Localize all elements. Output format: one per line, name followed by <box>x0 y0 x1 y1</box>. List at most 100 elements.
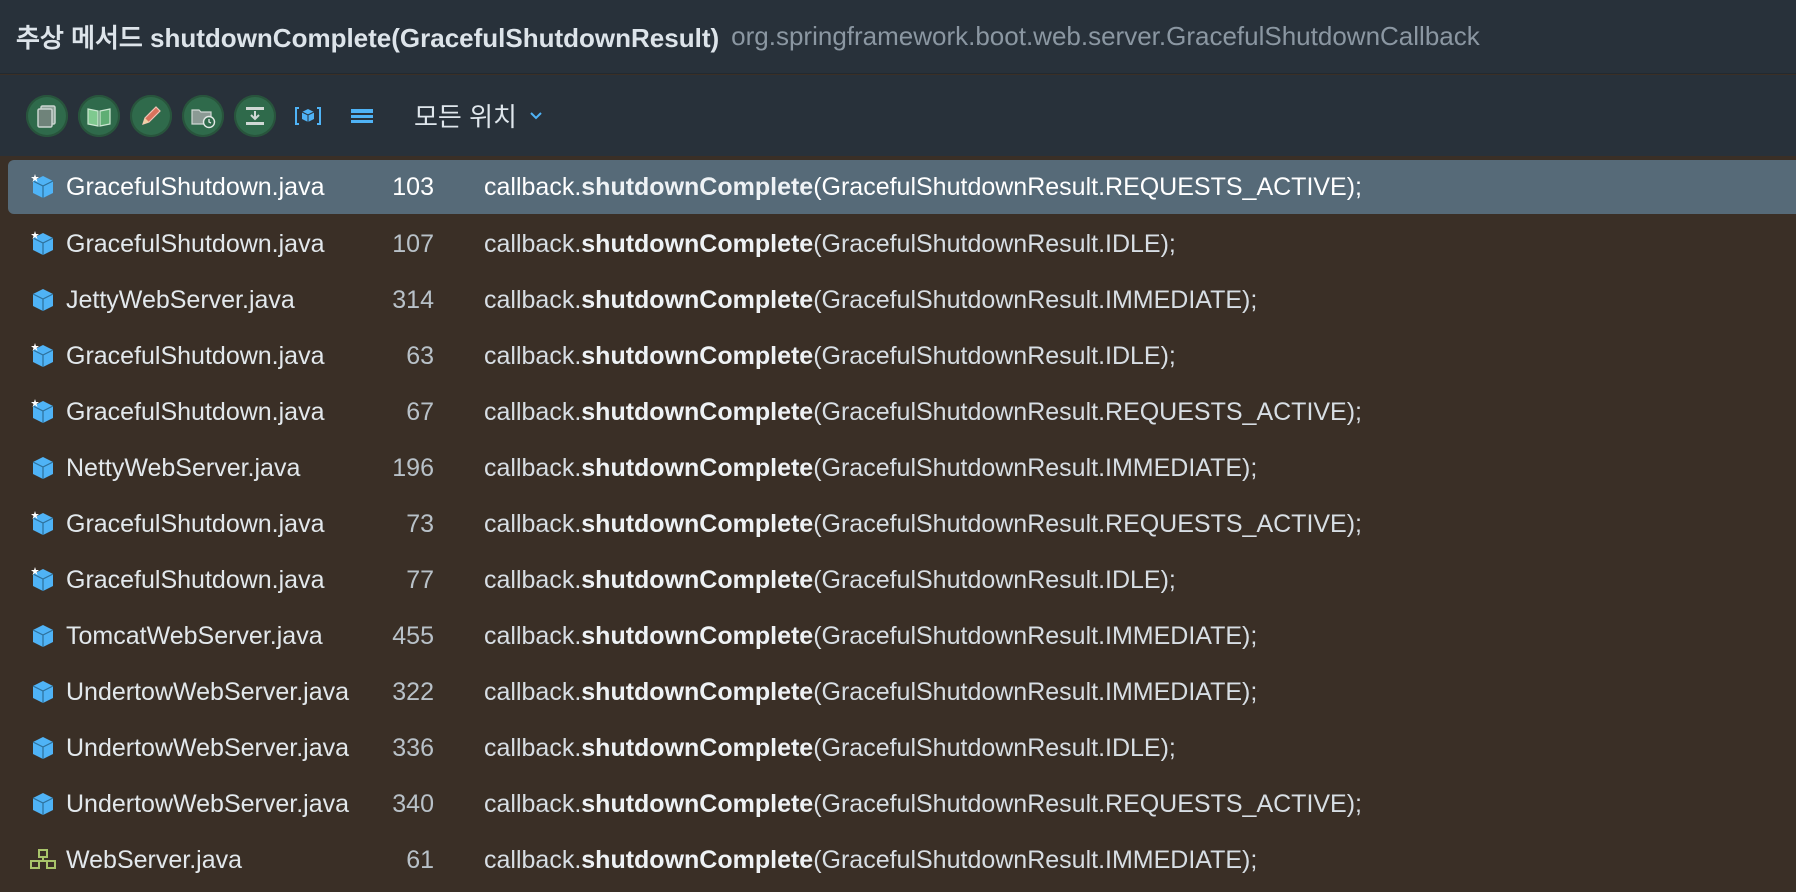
method-name: shutdownComplete <box>581 341 814 370</box>
code-prefix: callback. <box>484 789 582 818</box>
line-number: 340 <box>392 789 434 818</box>
code-args: (GracefulShutdownResult.REQUESTS_ACTIVE)… <box>813 172 1363 201</box>
popup-header: 추상 메서드 shutdownComplete(GracefulShutdown… <box>0 0 1796 74</box>
code-args: (GracefulShutdownResult.IDLE); <box>813 565 1176 594</box>
line-number: 455 <box>392 621 434 650</box>
merge-button[interactable] <box>234 94 276 137</box>
usage-row[interactable]: GracefulShutdown.java 73 callback.shutdown… <box>0 496 1796 552</box>
merge-download-icon <box>246 106 264 125</box>
code-snippet: callback.shutdownComplete(GracefulShutdo… <box>484 510 1362 539</box>
class-icon <box>32 737 54 759</box>
file-name: UndertowWebServer.java <box>66 789 350 818</box>
usage-row[interactable]: GracefulShutdown.java 107 callback.shutdow… <box>0 216 1796 272</box>
structure-toggle[interactable] <box>290 98 326 134</box>
code-snippet: callback.shutdownComplete(GracefulShutdo… <box>484 342 1176 371</box>
copy-icon <box>37 104 56 128</box>
method-name: shutdownComplete <box>581 565 814 594</box>
edit-button[interactable] <box>130 94 172 137</box>
method-name: shutdownComplete <box>581 172 814 201</box>
usage-row[interactable]: NettyWebServer.java 196 callback.shutdownC… <box>0 440 1796 496</box>
method-name: shutdownComplete <box>581 789 814 818</box>
code-prefix: callback. <box>484 285 582 314</box>
scope-label: 모든 위치 <box>414 102 517 132</box>
line-number: 107 <box>392 229 434 258</box>
code-prefix: callback. <box>484 172 582 201</box>
usage-row[interactable]: GracefulShutdown.java 63 callback.shutdown… <box>0 328 1796 384</box>
usage-row[interactable]: UndertowWebServer.java 340 callback.shutdo… <box>0 776 1796 832</box>
owner-class-path: org.springframework.boot.web.server.Grac… <box>731 21 1480 51</box>
book-icon <box>87 107 111 127</box>
method-name: shutdownComplete <box>581 621 814 650</box>
nested-class-icon <box>31 231 54 255</box>
usage-row[interactable]: UndertowWebServer.java 322 callback.shutdo… <box>0 664 1796 720</box>
class-icon <box>32 681 54 703</box>
file-name: GracefulShutdown.java <box>66 397 325 426</box>
usage-row[interactable]: GracefulShutdown.java 103 callback.shutdow… <box>8 160 1796 214</box>
chevron-down-icon <box>530 111 542 119</box>
code-snippet: callback.shutdownComplete(GracefulShutdo… <box>484 173 1362 202</box>
code-snippet: callback.shutdownComplete(GracefulShutdo… <box>484 734 1176 763</box>
code-snippet: callback.shutdownComplete(GracefulShutdo… <box>484 230 1176 259</box>
code-prefix: callback. <box>484 397 582 426</box>
code-args: (GracefulShutdownResult.IMMEDIATE); <box>813 285 1258 314</box>
usage-row[interactable]: JettyWebServer.java 314 callback.shutdownC… <box>0 272 1796 328</box>
line-number: 63 <box>406 341 434 370</box>
method-name: shutdownComplete <box>581 845 814 874</box>
code-prefix: callback. <box>484 845 582 874</box>
usage-row[interactable]: GracefulShutdown.java 67 callback.shutdown… <box>0 384 1796 440</box>
line-number: 103 <box>392 172 434 201</box>
line-number: 67 <box>406 397 434 426</box>
line-number: 77 <box>406 565 434 594</box>
code-prefix: callback. <box>484 341 582 370</box>
class-icon <box>32 457 54 479</box>
file-name: GracefulShutdown.java <box>66 341 325 370</box>
class-icon <box>32 289 54 311</box>
code-prefix: callback. <box>484 677 582 706</box>
code-snippet: callback.shutdownComplete(GracefulShutdo… <box>484 398 1362 427</box>
method-name: shutdownComplete <box>581 509 814 538</box>
usage-row[interactable]: GracefulShutdown.java 77 callback.shutdown… <box>0 552 1796 608</box>
usage-list: GracefulShutdown.java 103 callback.shutdow… <box>0 160 1796 888</box>
usage-row[interactable]: WebServer.java 61 callback.shutdownComplet… <box>0 832 1796 888</box>
code-snippet: callback.shutdownComplete(GracefulShutdo… <box>484 286 1257 315</box>
code-snippet: callback.shutdownComplete(GracefulShutdo… <box>484 454 1257 483</box>
usage-row[interactable]: UndertowWebServer.java 336 callback.shutdo… <box>0 720 1796 776</box>
recent-folder-button[interactable] <box>182 94 224 137</box>
code-prefix: callback. <box>484 453 582 482</box>
line-number: 61 <box>406 845 434 874</box>
file-name: NettyWebServer.java <box>66 453 301 482</box>
usage-row[interactable]: TomcatWebServer.java 455 callback.shutdown… <box>0 608 1796 664</box>
file-name: JettyWebServer.java <box>66 285 295 314</box>
open-book-button[interactable] <box>78 94 120 137</box>
code-args: (GracefulShutdownResult.IDLE); <box>813 341 1176 370</box>
scope-dropdown[interactable]: 모든 위치 <box>414 97 545 134</box>
method-name: shutdownComplete <box>581 285 814 314</box>
code-args: (GracefulShutdownResult.REQUESTS_ACTIVE)… <box>813 789 1363 818</box>
bracket-cube-icon <box>295 106 321 125</box>
class-icon <box>32 625 54 647</box>
method-name: shutdownComplete <box>581 229 814 258</box>
toolbar: 모든 위치 <box>0 75 1796 156</box>
file-name: GracefulShutdown.java <box>66 509 325 538</box>
line-number: 314 <box>392 285 434 314</box>
file-name: GracefulShutdown.java <box>66 172 325 201</box>
method-name: shutdownComplete <box>581 397 814 426</box>
list-lines-icon <box>351 108 373 123</box>
line-number: 196 <box>392 453 434 482</box>
line-number: 322 <box>392 677 434 706</box>
code-args: (GracefulShutdownResult.IDLE); <box>813 229 1176 258</box>
folder-clock-icon <box>191 108 216 128</box>
file-name: GracefulShutdown.java <box>66 565 325 594</box>
file-name: WebServer.java <box>66 845 243 874</box>
code-args: (GracefulShutdownResult.IDLE); <box>813 733 1176 762</box>
file-name: UndertowWebServer.java <box>66 733 350 762</box>
nested-class-icon <box>31 399 54 423</box>
line-number: 73 <box>406 509 434 538</box>
pencil-icon <box>142 105 161 125</box>
copy-button[interactable] <box>26 94 68 137</box>
nested-class-icon <box>31 343 54 367</box>
code-snippet: callback.shutdownComplete(GracefulShutdo… <box>484 622 1257 651</box>
group-toggle[interactable] <box>344 98 380 134</box>
code-prefix: callback. <box>484 565 582 594</box>
code-snippet: callback.shutdownComplete(GracefulShutdo… <box>484 790 1362 819</box>
